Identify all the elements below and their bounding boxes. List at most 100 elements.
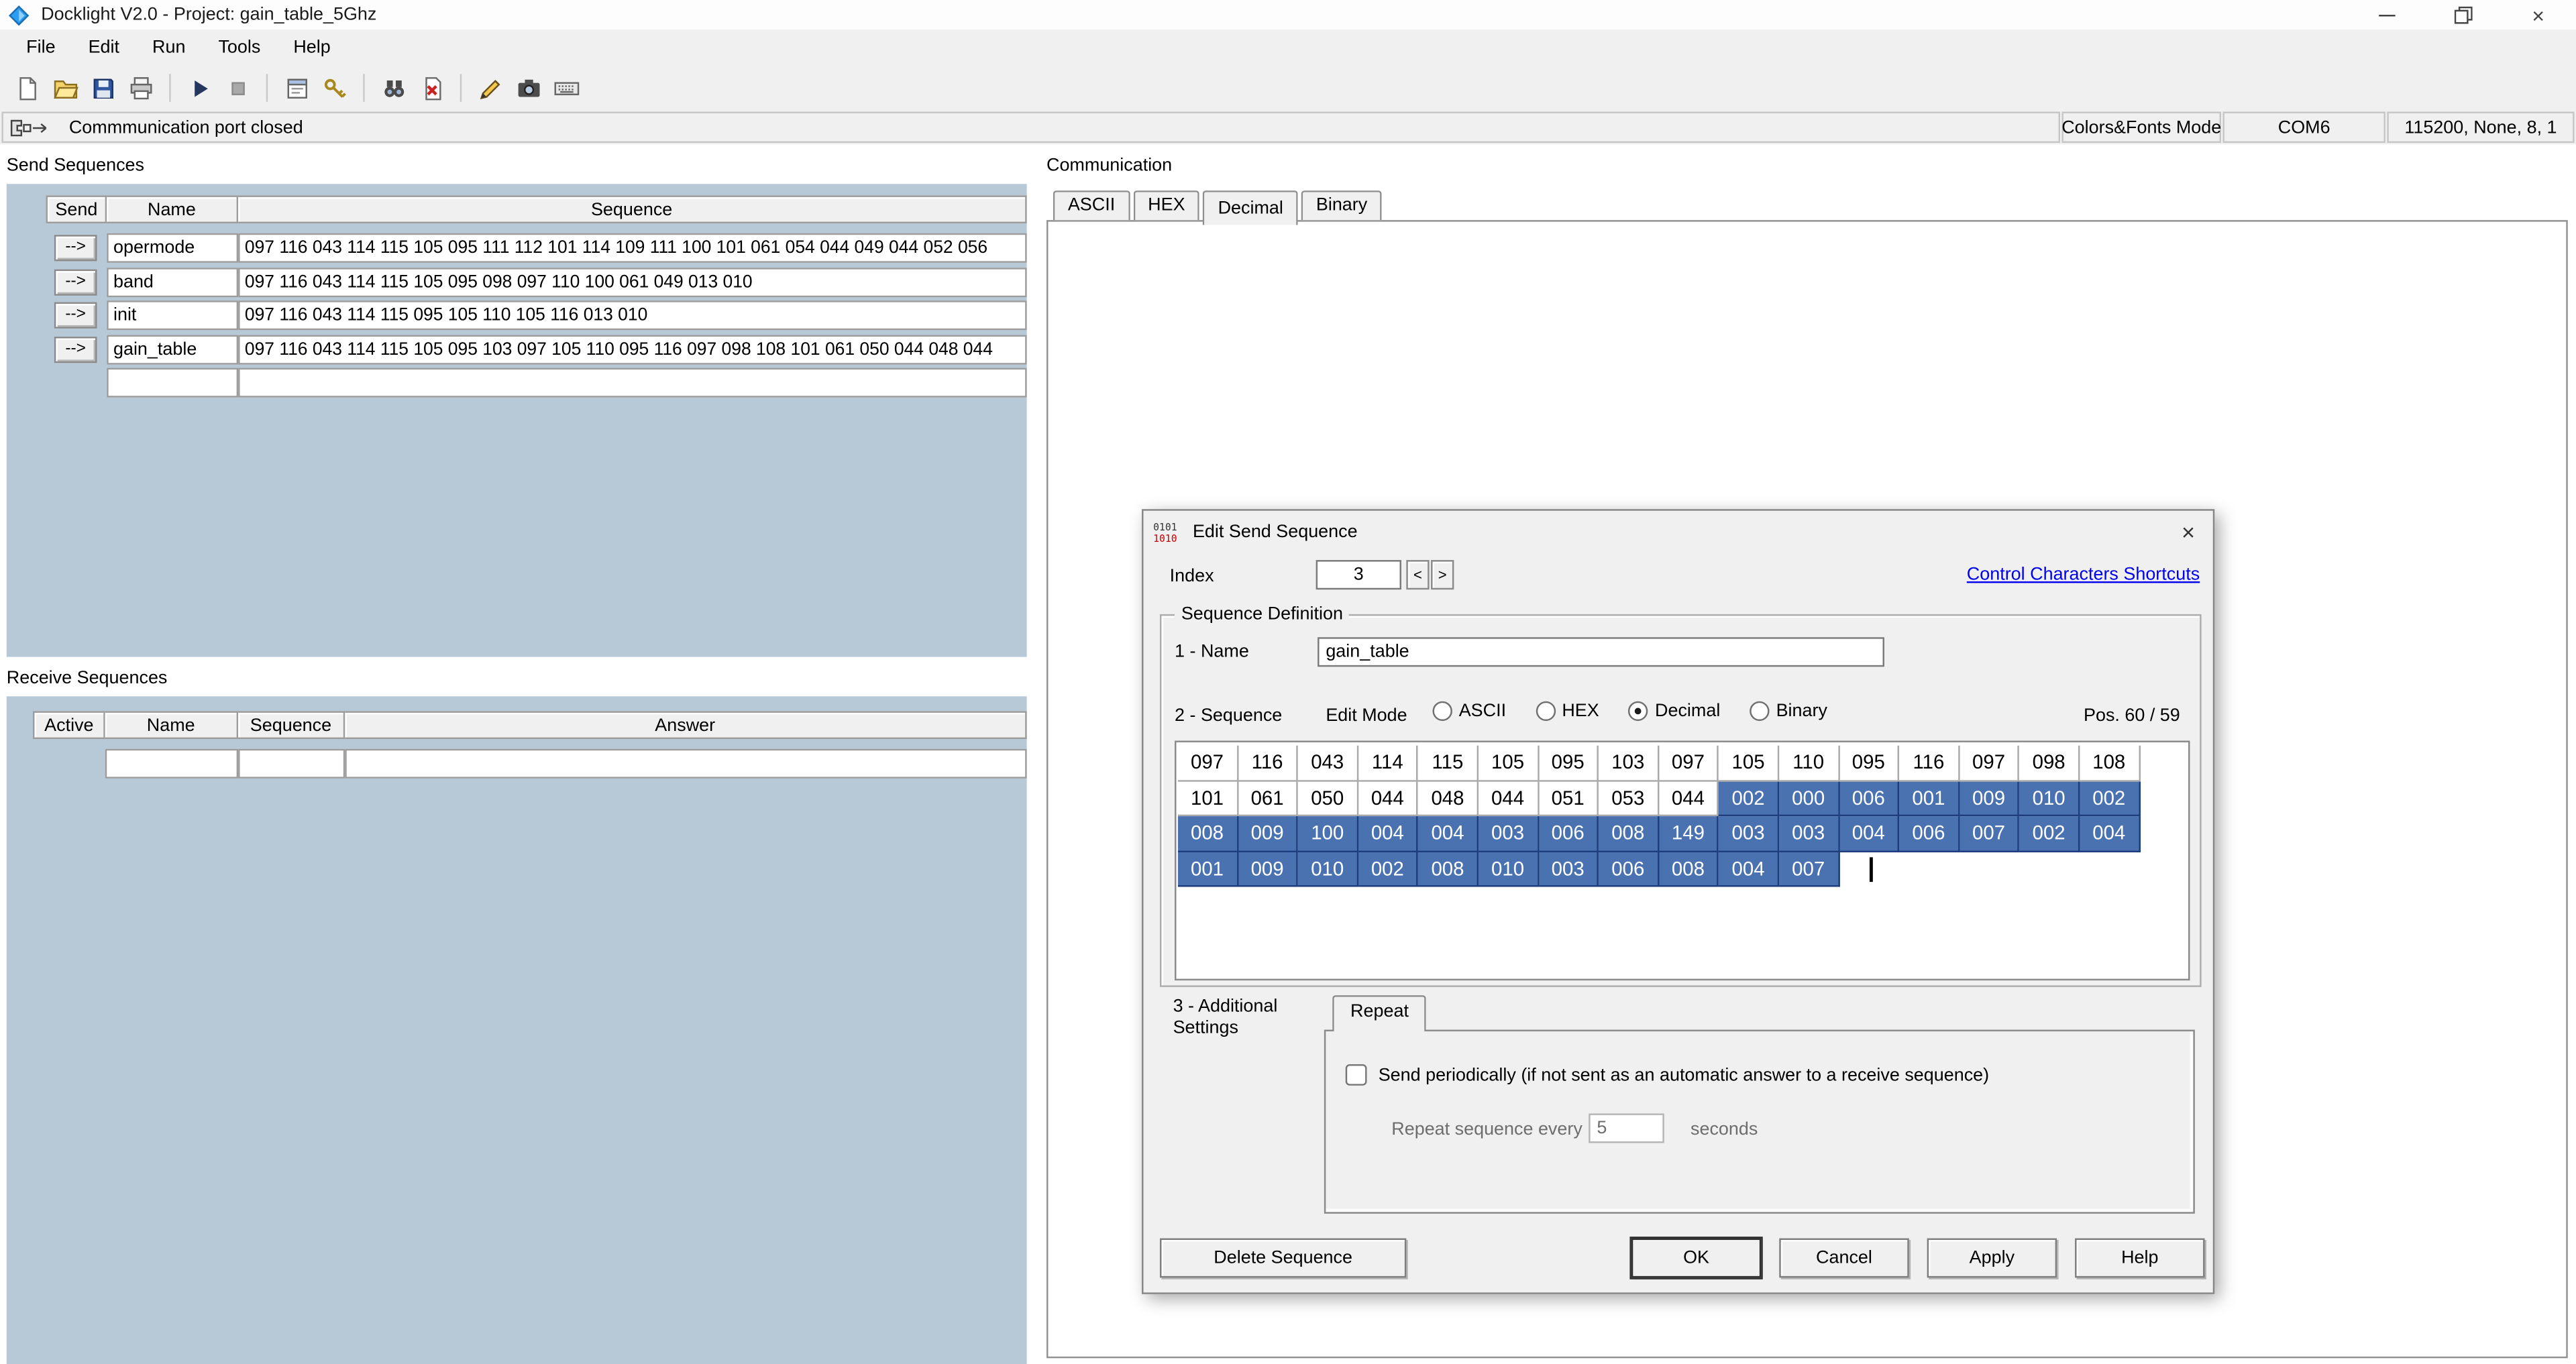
sequence-byte-cell[interactable]: 004 xyxy=(1358,816,1419,852)
sequence-byte-cell[interactable]: 003 xyxy=(1779,816,1839,852)
sequence-byte-cell[interactable]: 004 xyxy=(2080,816,2140,852)
sequence-grid[interactable]: 097 116 043 114 115 105 095 103 097 105 110 095 116 0… xyxy=(1175,740,2190,981)
index-prev-button[interactable]: < xyxy=(1406,560,1430,590)
sequence-byte-cell[interactable]: 051 xyxy=(1538,781,1599,817)
index-next-button[interactable]: > xyxy=(1431,560,1454,590)
sequence-byte-cell[interactable]: 003 xyxy=(1538,851,1599,887)
sequence-byte-cell[interactable]: 003 xyxy=(1719,816,1780,852)
tab-hex[interactable]: HEX xyxy=(1133,190,1200,221)
send-arrow-button[interactable]: --> xyxy=(54,336,97,363)
tab-ascii[interactable]: ASCII xyxy=(1053,190,1130,221)
sequence-byte-cell[interactable]: 008 xyxy=(1418,851,1479,887)
sequence-data-cell[interactable]: 097 116 043 114 115 105 095 103 097 105 … xyxy=(238,334,1027,365)
sequence-data-cell[interactable]: 097 116 043 114 115 105 095 098 097 110 … xyxy=(238,267,1027,297)
edit-mode-hex[interactable]: HEX xyxy=(1536,701,1599,722)
sequence-byte-cell[interactable]: 007 xyxy=(1959,816,2020,852)
help-button[interactable]: Help xyxy=(2075,1238,2205,1278)
column-header-name[interactable]: Name xyxy=(105,711,239,740)
send-periodically-checkbox[interactable] xyxy=(1345,1064,1367,1086)
send-arrow-button[interactable]: --> xyxy=(54,269,97,296)
sequence-byte-cell[interactable]: 097 xyxy=(1177,745,1238,781)
sequence-byte-cell[interactable]: 103 xyxy=(1599,745,1659,781)
send-arrow-button[interactable]: --> xyxy=(54,235,97,262)
print-button[interactable] xyxy=(121,70,159,106)
empty-answer-cell[interactable] xyxy=(345,748,1027,779)
sequence-byte-cell[interactable]: 008 xyxy=(1177,816,1238,852)
sequence-byte-cell[interactable]: 000 xyxy=(1779,781,1839,817)
sequence-byte-cell[interactable]: 116 xyxy=(1899,745,1960,781)
sequence-byte-cell[interactable]: 097 xyxy=(1658,745,1719,781)
sequence-byte-cell[interactable]: 002 xyxy=(2080,781,2140,817)
sequence-byte-cell[interactable]: 010 xyxy=(1298,851,1358,887)
tab-repeat[interactable]: Repeat xyxy=(1332,995,1427,1031)
find-sequence-button[interactable] xyxy=(374,70,412,106)
sequence-byte-cell[interactable]: 004 xyxy=(1418,816,1479,852)
delete-sequence-button[interactable]: Delete Sequence xyxy=(1159,1238,1407,1278)
sequence-byte-cell[interactable]: 053 xyxy=(1599,781,1659,817)
sequence-byte-cell[interactable]: 048 xyxy=(1418,781,1479,817)
edit-mode-ascii[interactable]: ASCII xyxy=(1432,701,1506,722)
sequence-byte-cell[interactable]: 110 xyxy=(1779,745,1839,781)
sequence-byte-cell[interactable]: 115 xyxy=(1418,745,1479,781)
sequence-byte-cell[interactable]: 008 xyxy=(1599,816,1659,852)
sequence-byte-cell[interactable]: 001 xyxy=(1899,781,1960,817)
sequence-byte-cell[interactable]: 116 xyxy=(1238,745,1299,781)
menu-tools[interactable]: Tools xyxy=(202,33,277,62)
sequence-byte-cell[interactable]: 098 xyxy=(2019,745,2080,781)
menu-file[interactable]: File xyxy=(10,33,72,62)
empty-sequence-cell[interactable] xyxy=(238,748,345,779)
sequence-byte-cell[interactable]: 095 xyxy=(1538,745,1599,781)
minimize-button[interactable] xyxy=(2349,0,2425,30)
sequence-byte-cell[interactable]: 044 xyxy=(1658,781,1719,817)
ok-button[interactable]: OK xyxy=(1631,1238,1762,1278)
empty-name-cell[interactable] xyxy=(107,367,239,398)
open-project-button[interactable] xyxy=(46,70,84,106)
control-characters-shortcuts-link[interactable]: Control Characters Shortcuts xyxy=(1967,565,2200,584)
edit-button[interactable] xyxy=(472,70,509,106)
close-button[interactable]: × xyxy=(2500,0,2576,30)
sequence-byte-cell[interactable]: 006 xyxy=(1899,816,1960,852)
empty-name-cell[interactable] xyxy=(105,748,239,779)
sequence-byte-cell[interactable]: 149 xyxy=(1658,816,1719,852)
column-header-send[interactable]: Send xyxy=(46,195,107,224)
tab-decimal[interactable]: Decimal xyxy=(1203,190,1298,225)
sequence-byte-cell[interactable]: 001 xyxy=(1177,851,1238,887)
index-input[interactable] xyxy=(1316,560,1401,590)
send-arrow-button[interactable]: --> xyxy=(54,302,97,329)
column-header-sequence[interactable]: Sequence xyxy=(238,711,345,740)
sequence-byte-cell[interactable]: 006 xyxy=(1839,781,1900,817)
sequence-name-cell[interactable]: gain_table xyxy=(107,334,239,365)
keyboard-console-button[interactable] xyxy=(547,70,585,106)
sequence-byte-cell[interactable]: 002 xyxy=(1719,781,1780,817)
sequence-byte-cell[interactable]: 105 xyxy=(1479,745,1539,781)
sequence-byte-cell[interactable]: 095 xyxy=(1839,745,1900,781)
start-communication-button[interactable] xyxy=(180,70,218,106)
tab-binary[interactable]: Binary xyxy=(1301,190,1383,221)
cancel-button[interactable]: Cancel xyxy=(1779,1238,1909,1278)
sequence-byte-cell[interactable]: 101 xyxy=(1177,781,1238,817)
sequence-name-input[interactable] xyxy=(1318,637,1884,667)
sequence-byte-cell[interactable]: 105 xyxy=(1719,745,1780,781)
sequence-byte-cell[interactable]: 044 xyxy=(1358,781,1419,817)
empty-sequence-cell[interactable] xyxy=(238,367,1027,398)
sequence-byte-cell[interactable]: 008 xyxy=(1658,851,1719,887)
column-header-active[interactable]: Active xyxy=(32,711,105,740)
project-settings-button[interactable] xyxy=(278,70,315,106)
sequence-byte-cell[interactable]: 009 xyxy=(1238,816,1299,852)
sequence-byte-cell[interactable]: 114 xyxy=(1358,745,1419,781)
sequence-byte-cell[interactable]: 007 xyxy=(1779,851,1839,887)
menu-edit[interactable]: Edit xyxy=(72,33,136,62)
stop-communication-button[interactable] xyxy=(219,70,256,106)
apply-button[interactable]: Apply xyxy=(1927,1238,2057,1278)
sequence-name-cell[interactable]: init xyxy=(107,300,239,331)
new-file-button[interactable] xyxy=(8,70,46,106)
sequence-byte-cell[interactable]: 061 xyxy=(1238,781,1299,817)
sequence-byte-cell[interactable]: 006 xyxy=(1538,816,1599,852)
dialog-title-bar[interactable]: 0101 1010 Edit Send Sequence × xyxy=(1143,511,2212,552)
restore-button[interactable] xyxy=(2425,0,2501,30)
column-header-answer[interactable]: Answer xyxy=(345,711,1027,740)
column-header-sequence[interactable]: Sequence xyxy=(238,195,1027,224)
stop-filter-button[interactable] xyxy=(413,70,450,106)
sequence-name-cell[interactable]: opermode xyxy=(107,233,239,264)
snapshot-button[interactable] xyxy=(509,70,547,106)
